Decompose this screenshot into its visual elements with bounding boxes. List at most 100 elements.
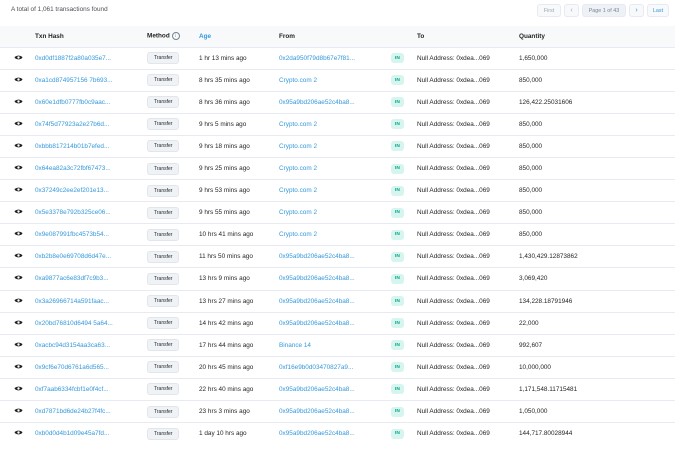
to-address: Null Address: 0xdea...069 bbox=[417, 231, 490, 239]
table-row: 0x9cf6e70d6761a6d565... Transfer 20 hrs 45… bbox=[0, 356, 675, 378]
eye-icon[interactable] bbox=[14, 77, 23, 85]
from-address-link[interactable]: Crypto.com 2 bbox=[279, 121, 317, 128]
first-page-button[interactable]: First bbox=[537, 4, 561, 17]
from-address-link[interactable]: 0x2da950f79d8b67e7f81... bbox=[279, 55, 355, 62]
from-address-link[interactable]: Crypto.com 2 bbox=[279, 187, 317, 194]
from-address-link[interactable]: 0x95a9bd206ae52c4ba8... bbox=[279, 99, 355, 106]
txn-hash-link[interactable]: 0xb2b8e0e69708d6d47e... bbox=[35, 253, 111, 260]
eye-icon[interactable] bbox=[14, 209, 23, 217]
direction-badge: IN bbox=[391, 141, 404, 152]
eye-icon[interactable] bbox=[14, 386, 23, 394]
eye-icon[interactable] bbox=[14, 364, 23, 372]
direction-badge: IN bbox=[391, 207, 404, 218]
direction-badge: IN bbox=[391, 273, 404, 284]
txn-hash-link[interactable]: 0xd0df1887f2a80a035e7... bbox=[35, 55, 111, 62]
txn-hash-link[interactable]: 0x37249c2ee2ef201e13... bbox=[35, 187, 109, 194]
txn-hash-link[interactable]: 0xf7aab6334fcbf1e0f4cf... bbox=[35, 386, 109, 393]
eye-icon[interactable] bbox=[14, 121, 23, 129]
eye-icon[interactable] bbox=[14, 276, 23, 283]
direction-badge: IN bbox=[391, 185, 404, 196]
table-row: 0xd0df1887f2a80a035e7... Transfer 1 hr 13 … bbox=[0, 47, 675, 69]
from-address-link[interactable]: 0xf16e9b0d03470827a9... bbox=[279, 364, 353, 371]
txn-hash-link[interactable]: 0xa9877ac6e83df7c9b3... bbox=[35, 275, 109, 282]
eye-icon[interactable] bbox=[14, 55, 23, 63]
txn-hash-link[interactable]: 0x3a26966714a591faac... bbox=[35, 298, 109, 305]
txn-hash-link[interactable]: 0x20bd76810d6494 5a64... bbox=[35, 320, 113, 327]
quantity-cell: 3,069,420 bbox=[519, 275, 548, 283]
quantity-cell: 144,717.80028944 bbox=[519, 430, 573, 438]
txn-hash-link[interactable]: 0xb0d0d4b1d09e45a7fd... bbox=[35, 430, 109, 437]
next-page-button[interactable]: › bbox=[629, 4, 644, 17]
eye-icon[interactable] bbox=[14, 408, 23, 416]
col-age[interactable]: Age bbox=[199, 26, 279, 47]
info-icon[interactable]: i bbox=[171, 32, 180, 41]
age-cell: 9 hrs 53 mins ago bbox=[199, 187, 250, 195]
table-header-row: Txn Hash Method i Age From To Quantity bbox=[0, 26, 675, 47]
method-badge: Transfer bbox=[147, 383, 180, 396]
to-address: Null Address: 0xdea...069 bbox=[417, 275, 490, 283]
col-txn-hash: Txn Hash bbox=[35, 32, 64, 40]
eye-icon[interactable] bbox=[14, 298, 23, 306]
eye-icon[interactable] bbox=[14, 342, 23, 350]
eye-icon[interactable] bbox=[14, 320, 23, 328]
eye-icon[interactable] bbox=[14, 187, 23, 195]
txn-hash-link[interactable]: 0x9e087991fbc4573b54... bbox=[35, 231, 109, 238]
txn-hash-link[interactable]: 0x5e3378e792b325ce06... bbox=[35, 209, 111, 216]
method-badge: Transfer bbox=[147, 96, 180, 109]
method-badge: Transfer bbox=[147, 118, 180, 131]
from-address-link[interactable]: 0x95a9bd206ae52c4ba8... bbox=[279, 408, 355, 415]
from-address-link[interactable]: 0x95a9bd206ae52c4ba8... bbox=[279, 298, 355, 305]
page-indicator: Page 1 of 43 bbox=[582, 4, 626, 17]
quantity-cell: 1,050,000 bbox=[519, 408, 548, 416]
age-cell: 20 hrs 45 mins ago bbox=[199, 363, 254, 371]
txn-hash-link[interactable]: 0xd7871bd6de24b27f4fc... bbox=[35, 408, 111, 415]
table-row: 0x74f5d77923a2e27b6d... Transfer 9 hrs 5 m… bbox=[0, 113, 675, 135]
from-address-link[interactable]: Crypto.com 2 bbox=[279, 77, 317, 84]
eye-icon[interactable] bbox=[14, 254, 23, 261]
method-badge: Transfer bbox=[147, 272, 180, 285]
from-address-link[interactable]: 0x95a9bd206ae52c4ba8... bbox=[279, 386, 355, 393]
table-row: 0xa1cd874957156 7b693... Transfer 8 hrs 35… bbox=[0, 69, 675, 91]
method-badge: Transfer bbox=[147, 184, 180, 197]
quantity-cell: 1,650,000 bbox=[519, 54, 548, 62]
txn-hash-link[interactable]: 0x64ea82a3c72fbf67473... bbox=[35, 165, 111, 172]
quantity-cell: 850,000 bbox=[519, 231, 543, 239]
from-address-link[interactable]: Crypto.com 2 bbox=[279, 231, 317, 238]
last-page-button[interactable]: Last bbox=[647, 4, 669, 17]
method-badge: Transfer bbox=[147, 140, 180, 153]
table-row: 0x9e087991fbc4573b54... Transfer 10 hrs 41… bbox=[0, 223, 675, 246]
age-cell: 11 hrs 50 mins ago bbox=[199, 253, 253, 261]
from-address-link[interactable]: Binance 14 bbox=[279, 342, 311, 349]
to-address: Null Address: 0xdea...069 bbox=[417, 120, 490, 128]
quantity-cell: 850,000 bbox=[519, 120, 543, 128]
col-from: From bbox=[279, 32, 295, 40]
txn-hash-link[interactable]: 0x60e1dfb0777fb0c9aac... bbox=[35, 99, 110, 106]
eye-icon[interactable] bbox=[14, 143, 23, 151]
eye-icon[interactable] bbox=[14, 99, 23, 107]
direction-badge: IN bbox=[391, 251, 404, 262]
from-address-link[interactable]: Crypto.com 2 bbox=[279, 209, 317, 216]
eye-icon[interactable] bbox=[14, 231, 23, 239]
table-row: 0x5e3378e792b325ce06... Transfer 9 hrs 55 … bbox=[0, 201, 675, 224]
txn-hash-link[interactable]: 0x74f5d77923a2e27b6d... bbox=[35, 121, 109, 128]
from-address-link[interactable]: 0x95a9bd206ae52c4ba8... bbox=[279, 320, 355, 327]
from-address-link[interactable]: Crypto.com 2 bbox=[279, 165, 317, 172]
method-badge: Transfer bbox=[147, 250, 180, 263]
eye-icon[interactable] bbox=[14, 165, 23, 173]
direction-badge: IN bbox=[391, 229, 404, 240]
txn-hash-link[interactable]: 0x9cf6e70d6761a6d565... bbox=[35, 364, 109, 371]
direction-badge: IN bbox=[391, 296, 404, 307]
quantity-cell: 126,422.25031606 bbox=[519, 98, 573, 106]
age-cell: 13 hrs 9 mins ago bbox=[199, 275, 250, 283]
prev-page-button[interactable]: ‹ bbox=[564, 4, 579, 17]
from-address-link[interactable]: 0x95a9bd206ae52c4ba8... bbox=[279, 275, 355, 282]
txn-hash-link[interactable]: 0xbbb817214b01b7efed... bbox=[35, 143, 109, 150]
from-address-link[interactable]: 0x95a9bd206ae52c4ba8... bbox=[279, 430, 355, 437]
txn-hash-link[interactable]: 0xa1cd874957156 7b693... bbox=[35, 77, 112, 84]
age-cell: 8 hrs 36 mins ago bbox=[199, 98, 250, 106]
to-address: Null Address: 0xdea...069 bbox=[417, 408, 490, 416]
txn-hash-link[interactable]: 0xacbc94d3154aa3ca63... bbox=[35, 342, 110, 349]
from-address-link[interactable]: Crypto.com 2 bbox=[279, 143, 317, 150]
from-address-link[interactable]: 0x95a9bd206ae52c4ba8... bbox=[279, 253, 355, 260]
eye-icon[interactable] bbox=[14, 431, 23, 438]
